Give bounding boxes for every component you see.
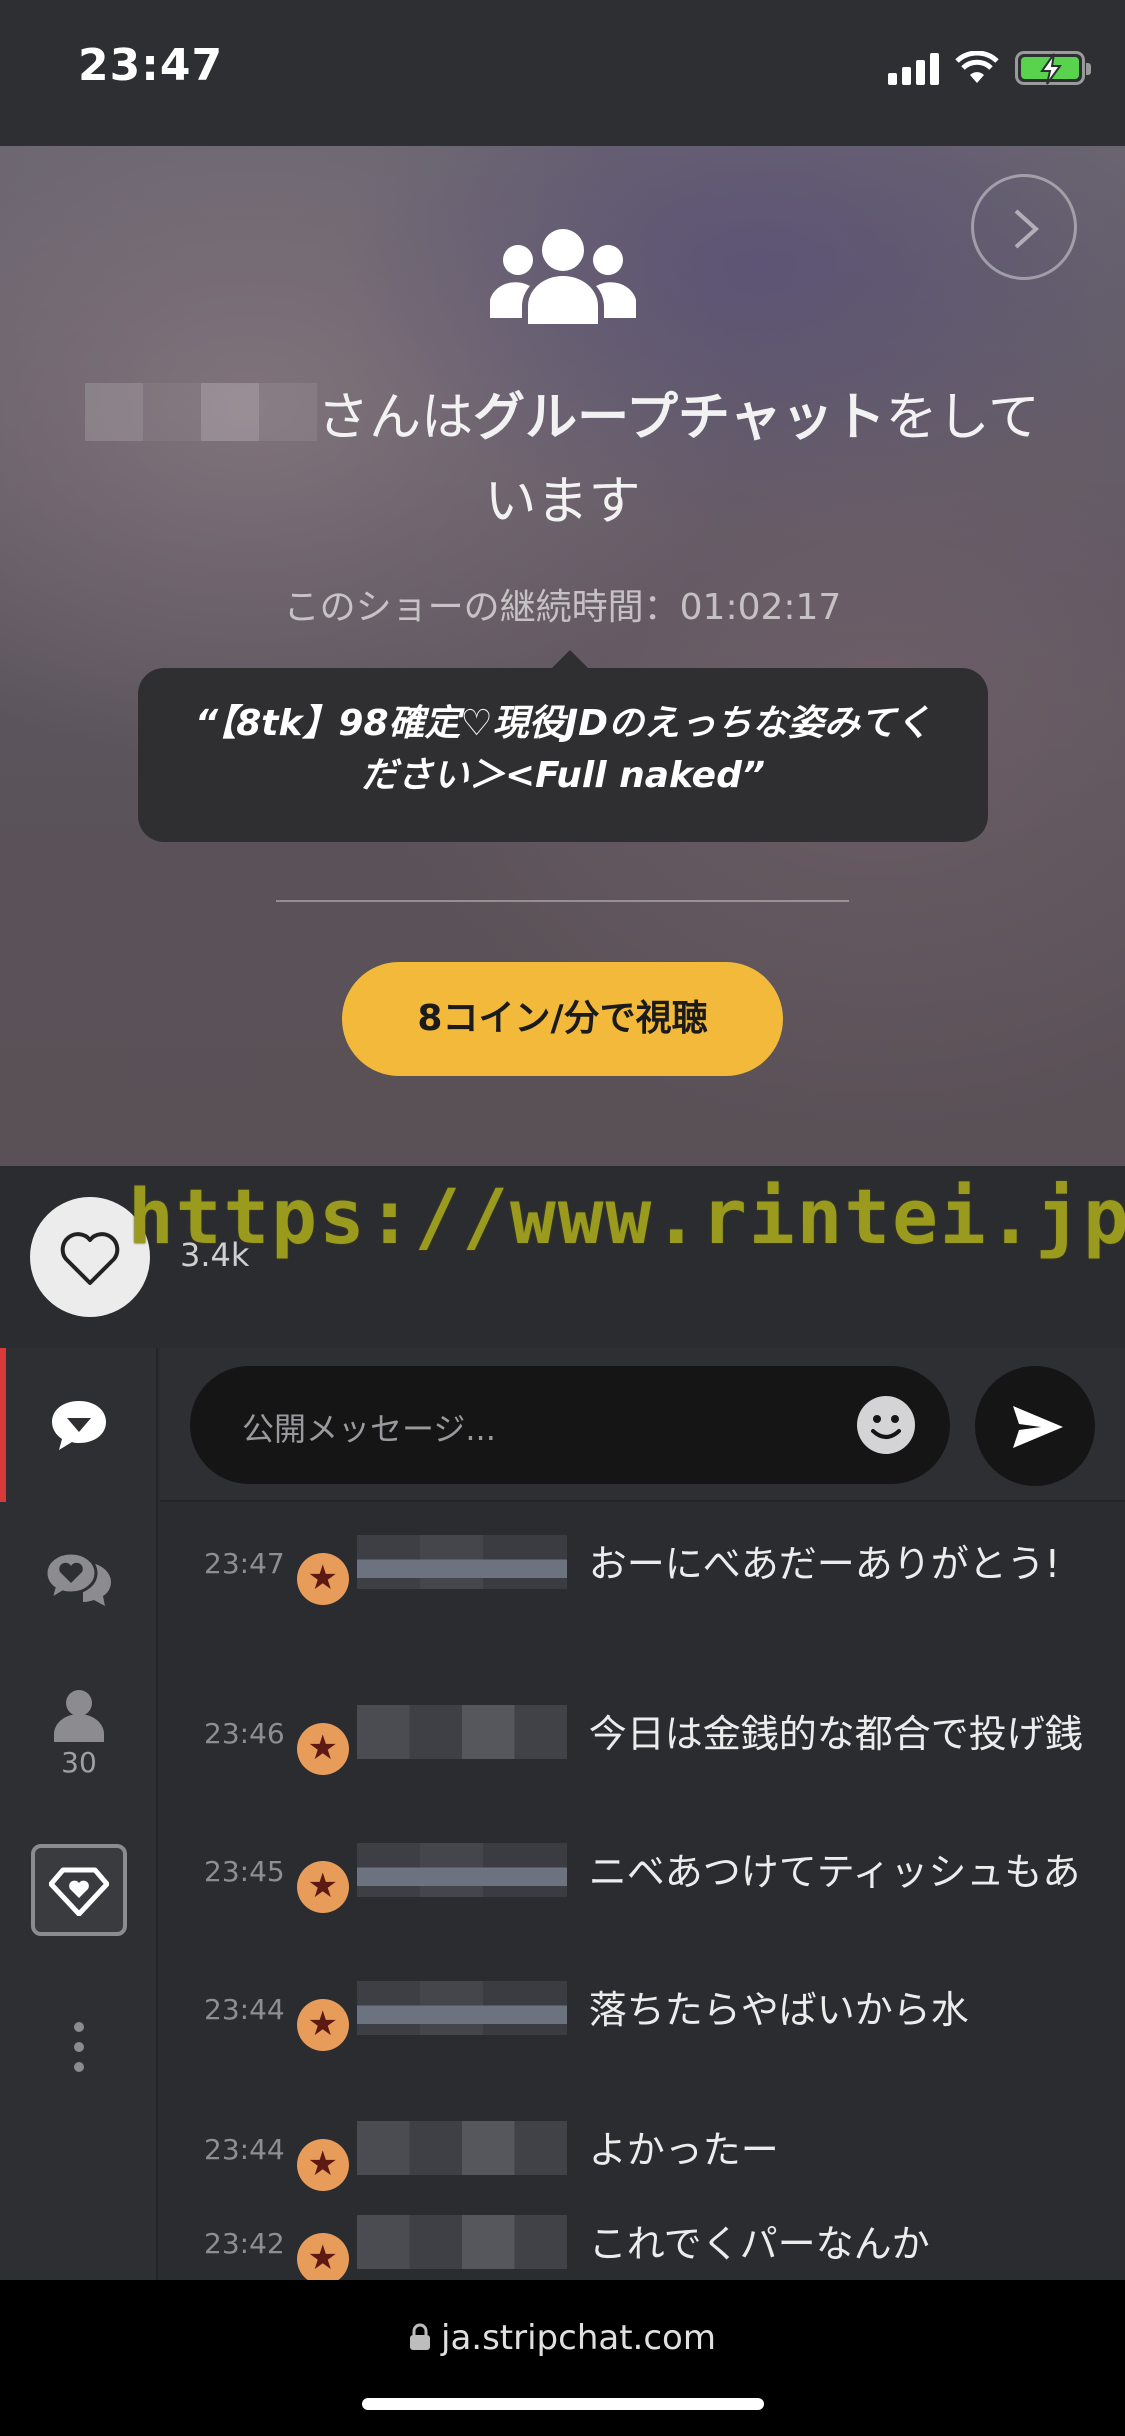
chevron-right-icon — [1014, 209, 1039, 249]
cellular-signal-icon — [888, 51, 939, 85]
status-time: 23:47 — [78, 40, 224, 91]
chat-sidebar: 30 — [0, 1348, 158, 2280]
tab-users[interactable]: 30 — [0, 1688, 158, 1779]
star-badge-icon: ★ — [296, 1723, 349, 1775]
message-text: これでくパーなんか — [588, 2222, 930, 2266]
browser-url-bar: ja.stripchat.com — [0, 2280, 1125, 2436]
more-vertical-icon — [74, 2022, 84, 2072]
group-users-icon — [490, 229, 636, 324]
chat-message: 23:44 ★ よかったー — [204, 2120, 1084, 2191]
address-bar[interactable]: ja.stripchat.com — [0, 2318, 1125, 2358]
chat-message: 23:44 ★ 落ちたらやばいから水 — [204, 1980, 1084, 2051]
tab-fan-club[interactable] — [0, 1844, 158, 1936]
watermark-url: https://www.rintei.jp/ — [128, 1172, 1125, 1261]
next-show-button[interactable] — [971, 174, 1077, 280]
message-text: よかったー — [588, 2128, 779, 2172]
chat-bubble-icon — [52, 1401, 106, 1450]
blurred-performer-name — [85, 383, 318, 441]
watch-paid-button[interactable]: 8コイン/分で視聴 — [342, 962, 783, 1076]
status-bar: 23:47 — [0, 0, 1125, 146]
tab-public-chat[interactable] — [0, 1398, 158, 1452]
star-badge-icon: ★ — [296, 1999, 349, 2051]
blurred-username[interactable] — [356, 2215, 567, 2269]
chat-message: 23:42 ★ これでくパーなんか — [204, 2214, 1084, 2280]
chat-message: 23:46 ★ 今日は金銭的な都合で投げ銭 — [204, 1704, 1084, 1775]
send-icon — [1013, 1406, 1063, 1448]
tab-private-chat[interactable] — [0, 1550, 158, 1608]
blurred-username[interactable] — [356, 1535, 567, 1589]
emoji-icon[interactable] — [856, 1395, 916, 1455]
divider — [276, 900, 849, 902]
star-badge-icon: ★ — [296, 1861, 349, 1913]
message-text: 今日は金銭的な都合で投げ銭 — [588, 1712, 1083, 1756]
blurred-username[interactable] — [356, 2121, 567, 2175]
send-button[interactable] — [975, 1366, 1095, 1486]
chat-message: 23:45 ★ ニベあつけてティッシュもあ — [204, 1842, 1084, 1913]
show-type: グループチャット — [473, 388, 886, 448]
chat-heart-icon — [44, 1551, 111, 1606]
show-duration: このショーの継続時間：01:02:17 — [283, 587, 842, 628]
show-topic-bubble: “【8tk】98確定♡現役JDのえっちな姿みてください＞<Full naked” — [138, 650, 988, 842]
message-time: 23:44 — [204, 1993, 285, 2026]
more-options-button[interactable] — [0, 2020, 158, 2074]
message-time: 23:47 — [204, 1547, 285, 1580]
public-message-input[interactable]: 公開メッセージ... — [190, 1366, 950, 1484]
message-time: 23:42 — [204, 2227, 285, 2260]
blurred-username[interactable] — [356, 1705, 567, 1759]
message-text: おーにべあだーありがとう! — [588, 1542, 1060, 1586]
like-row: 3.4k https://www.rintei.jp/ — [0, 1166, 1125, 1348]
heart-icon — [60, 1232, 120, 1285]
status-icons — [888, 48, 1091, 88]
diamond-heart-icon — [49, 1867, 109, 1916]
user-icon — [54, 1690, 104, 1742]
url-domain: ja.stripchat.com — [441, 2318, 716, 2358]
home-indicator[interactable] — [362, 2398, 764, 2410]
star-badge-icon: ★ — [296, 2139, 349, 2191]
star-badge-icon: ★ — [296, 2233, 349, 2280]
users-count: 30 — [61, 1746, 97, 1779]
chat-message: 23:47 ★ おーにべあだーありがとう! — [204, 1534, 1084, 1605]
star-badge-icon: ★ — [296, 1553, 349, 1605]
blurred-username[interactable] — [356, 1981, 567, 2035]
video-player-area: さんはグループチャットをしています このショーの継続時間：01:02:17 “【… — [0, 146, 1125, 1166]
lock-icon — [410, 2323, 430, 2350]
chat-input-bar: 公開メッセージ... — [160, 1348, 1125, 1502]
chat-panel: 公開メッセージ... 23:47 ★ おーにべあだーありがとう! 23:46 ★ 今日は… — [160, 1348, 1125, 2280]
show-status-headline: さんはグループチャットをしています — [70, 376, 1055, 544]
battery-charging-icon — [1015, 51, 1091, 85]
message-time: 23:44 — [204, 2133, 285, 2166]
wifi-icon — [955, 51, 999, 83]
blurred-username[interactable] — [356, 1843, 567, 1897]
message-time: 23:46 — [204, 1717, 285, 1750]
message-text: ニベあつけてティッシュもあ — [588, 1850, 1081, 1894]
message-time: 23:45 — [204, 1855, 285, 1888]
message-input-placeholder: 公開メッセージ... — [242, 1410, 496, 1448]
message-text: 落ちたらやばいから水 — [588, 1988, 969, 2032]
